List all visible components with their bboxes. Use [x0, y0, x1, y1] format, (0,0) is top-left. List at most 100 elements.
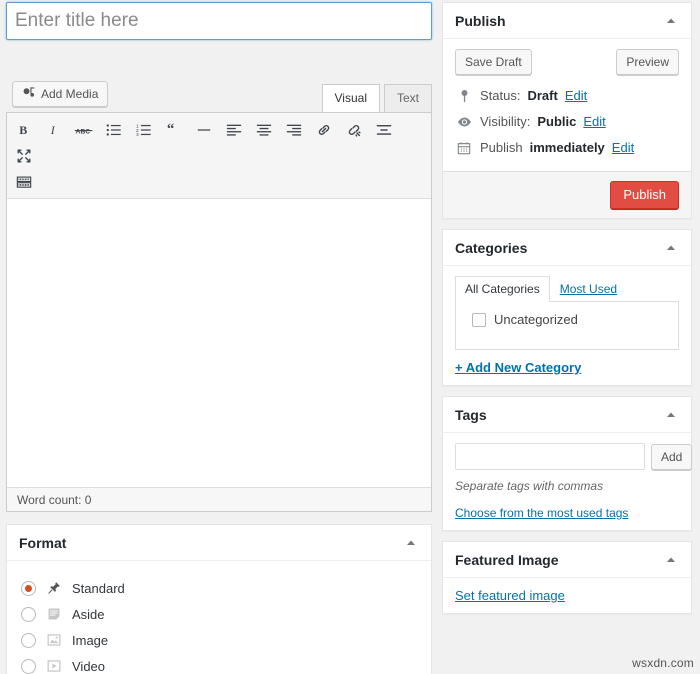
schedule-label: Publish	[480, 140, 523, 155]
toolbar-row-2	[11, 169, 429, 195]
format-panel-title: Format	[19, 535, 67, 551]
format-radio-image[interactable]	[21, 632, 36, 648]
publish-button[interactable]: Publish	[610, 181, 679, 209]
format-option-image[interactable]: Image	[21, 627, 419, 653]
post-editor: Add Media Visual Text B I ABC 1 2 3 “ Wo…	[6, 76, 432, 512]
publish-footer: Publish	[443, 171, 691, 218]
italic-icon[interactable]: I	[41, 118, 67, 142]
blockquote-icon[interactable]: “	[161, 118, 187, 142]
format-panel-body: Standard Aside Image Video	[7, 561, 431, 674]
most-used-tags-link[interactable]: Choose from the most used tags	[455, 506, 679, 520]
visibility-row: Visibility: Public Edit	[455, 109, 679, 135]
align-center-icon[interactable]	[251, 118, 277, 142]
schedule-value: immediately	[529, 140, 605, 155]
collapse-arrow-icon[interactable]	[399, 525, 423, 561]
collapse-arrow-icon[interactable]	[659, 3, 683, 39]
category-checkbox-uncategorized[interactable]	[472, 312, 486, 327]
schedule-row: Publish immediately Edit	[455, 135, 679, 161]
add-tag-button[interactable]: Add	[651, 443, 693, 470]
watermark: wsxdn.com	[632, 656, 694, 670]
unlink-icon[interactable]	[341, 118, 367, 142]
collapse-arrow-icon[interactable]	[659, 542, 683, 578]
set-featured-image-link[interactable]: Set featured image	[455, 588, 679, 603]
status-row: Status: Draft Edit	[455, 83, 679, 109]
categories-panel: Categories All Categories Most Used Unca…	[442, 229, 692, 386]
post-status-pin-icon	[455, 89, 473, 103]
publish-panel: Publish Save Draft Preview Status: Draft…	[442, 2, 692, 219]
editor-box: B I ABC 1 2 3 “ Word count: 0	[6, 112, 432, 512]
tags-panel: Tags Add Separate tags with commas Choos…	[442, 396, 693, 531]
eye-icon	[455, 116, 473, 128]
format-option-aside[interactable]: Aside	[21, 601, 419, 627]
categories-panel-title: Categories	[455, 240, 528, 256]
save-draft-button[interactable]: Save Draft	[455, 49, 532, 75]
tags-panel-body: Add Separate tags with commas Choose fro…	[443, 433, 693, 530]
format-radio-standard[interactable]	[21, 580, 36, 596]
visibility-edit-link[interactable]: Edit	[583, 113, 605, 131]
categories-panel-body: All Categories Most Used Uncategorized +…	[443, 266, 691, 385]
format-radio-video[interactable]	[21, 658, 36, 674]
strikethrough-icon[interactable]: ABC	[71, 118, 97, 142]
format-option-standard[interactable]: Standard	[21, 575, 419, 601]
category-label-uncategorized: Uncategorized	[494, 312, 578, 327]
numbered-list-icon[interactable]: 1 2 3	[131, 118, 157, 142]
preview-button[interactable]: Preview	[616, 49, 679, 75]
align-left-icon[interactable]	[221, 118, 247, 142]
editor-media-bar: Add Media Visual Text	[6, 76, 432, 112]
distraction-free-icon[interactable]	[11, 144, 37, 168]
tab-visual[interactable]: Visual	[321, 84, 380, 112]
editor-mode-tabs: Visual Text	[318, 84, 432, 112]
add-media-label: Add Media	[41, 87, 99, 101]
format-label-standard: Standard	[72, 580, 125, 596]
editor-content-area[interactable]	[7, 199, 431, 487]
post-title-input[interactable]	[6, 2, 432, 40]
format-panel: Format Standard Aside Image Video	[6, 524, 432, 674]
tags-panel-title: Tags	[455, 407, 487, 423]
pin-icon	[45, 581, 63, 595]
status-value: Draft	[527, 88, 558, 103]
categories-tabs: All Categories Most Used	[455, 276, 679, 302]
post-title-field	[6, 2, 432, 40]
video-icon	[45, 659, 63, 673]
format-options-list: Standard Aside Image Video	[19, 571, 419, 674]
publish-actions: Save Draft Preview	[443, 39, 691, 83]
read-more-icon[interactable]	[371, 118, 397, 142]
format-label-aside: Aside	[72, 606, 105, 622]
svg-text:I: I	[50, 123, 56, 137]
featured-image-panel-title: Featured Image	[455, 552, 559, 568]
visibility-label: Visibility:	[480, 114, 531, 129]
bold-icon[interactable]: B	[11, 118, 37, 142]
collapse-arrow-icon[interactable]	[659, 397, 683, 433]
categories-checklist: Uncategorized	[455, 302, 679, 350]
svg-text:ABC: ABC	[76, 128, 91, 135]
toolbar-toggle-icon[interactable]	[11, 170, 37, 194]
align-right-icon[interactable]	[281, 118, 307, 142]
svg-text:3: 3	[136, 132, 139, 138]
status-edit-link[interactable]: Edit	[565, 87, 587, 105]
format-label-image: Image	[72, 632, 109, 648]
add-media-button[interactable]: Add Media	[12, 81, 109, 107]
publish-panel-title: Publish	[455, 13, 506, 29]
format-label-video: Video	[72, 658, 106, 674]
bulleted-list-icon[interactable]	[101, 118, 127, 142]
category-item-uncategorized[interactable]: Uncategorized	[464, 312, 670, 327]
image-icon	[45, 633, 63, 647]
horizontal-rule-icon[interactable]	[191, 118, 217, 142]
add-new-category-link[interactable]: + Add New Category	[455, 360, 679, 375]
format-option-video[interactable]: Video	[21, 653, 419, 674]
word-count-status: Word count: 0	[7, 487, 431, 511]
collapse-arrow-icon[interactable]	[659, 230, 683, 266]
insert-link-icon[interactable]	[311, 118, 337, 142]
wordpress-post-editor: Add Media Visual Text B I	[0, 0, 700, 674]
tab-all-categories[interactable]: All Categories	[455, 276, 550, 302]
tab-most-used[interactable]: Most Used	[550, 276, 627, 302]
tab-text[interactable]: Text	[383, 84, 432, 112]
categories-panel-header: Categories	[443, 230, 691, 266]
format-radio-aside[interactable]	[21, 606, 36, 622]
visibility-value: Public	[537, 114, 577, 129]
schedule-edit-link[interactable]: Edit	[612, 139, 634, 157]
featured-image-panel: Featured Image Set featured image	[442, 541, 692, 614]
tags-input[interactable]	[455, 443, 645, 470]
aside-icon	[45, 607, 63, 621]
svg-text:“: “	[167, 122, 175, 138]
